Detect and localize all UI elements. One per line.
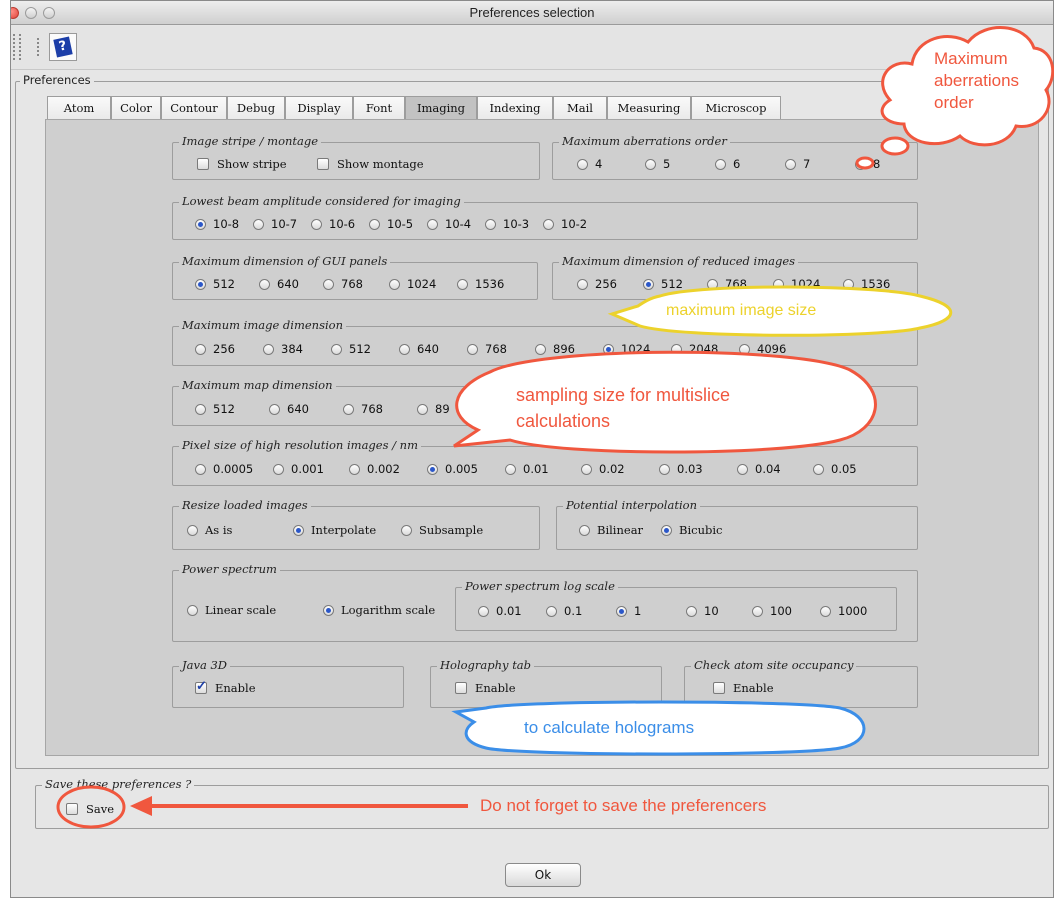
sampling-annotation-line-2: calculations	[516, 411, 611, 431]
cloud-bubble-small	[855, 156, 875, 170]
aberrations-annotation-line-2: aberrations	[934, 71, 1020, 90]
holograms-annotation: to calculate holograms	[524, 718, 695, 737]
save-reminder-annotation: Do not forget to save the preferencers	[480, 796, 767, 815]
aberrations-annotation-line-3: order	[934, 93, 974, 112]
aberrations-annotation: Maximum aberrations order	[934, 48, 1019, 114]
aberrations-annotation-line-1: Maximum	[934, 49, 1008, 68]
sampling-annotation: sampling size for multislice calculation…	[516, 382, 730, 434]
cloud-bubble-large	[880, 136, 910, 156]
image-size-annotation: maximum image size	[666, 302, 817, 319]
sampling-annotation-line-1: sampling size for multislice	[516, 385, 731, 405]
save-arrow-icon	[130, 796, 152, 816]
annotation-overlay	[56, 26, 1054, 829]
save-highlight-ellipse	[56, 785, 126, 829]
